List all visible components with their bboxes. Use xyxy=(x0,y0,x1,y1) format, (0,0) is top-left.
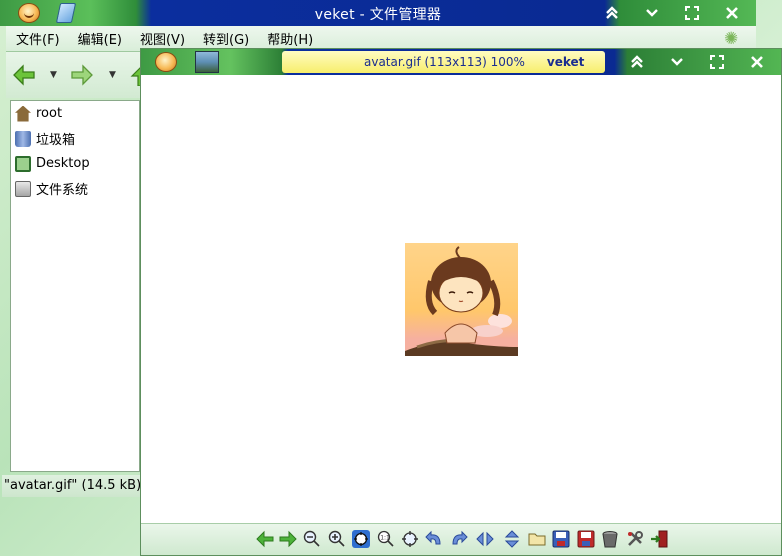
maximize-icon xyxy=(685,6,699,20)
menu-help[interactable]: 帮助(H) xyxy=(267,29,313,48)
chevron-down-icon xyxy=(646,9,658,17)
image-info: avatar.gif (113x113) 100% xyxy=(364,55,525,69)
open-folder-icon[interactable] xyxy=(528,530,546,548)
sidebar-item-label: root xyxy=(36,106,63,121)
close-icon xyxy=(726,7,738,19)
fullscreen-icon[interactable] xyxy=(401,530,419,548)
file-manager-window-buttons xyxy=(592,2,752,24)
back-history-dropdown[interactable]: ▼ xyxy=(50,70,57,80)
rotate-left-icon[interactable] xyxy=(425,530,443,548)
maximize-icon xyxy=(710,55,724,69)
busy-indicator-icon: ✺ xyxy=(724,29,739,49)
minimize-button[interactable] xyxy=(657,51,697,73)
filesystem-icon xyxy=(15,180,31,197)
close-button[interactable] xyxy=(737,51,777,73)
desktop-icon xyxy=(15,155,31,172)
next-icon[interactable] xyxy=(279,530,297,548)
save-as-icon[interactable] xyxy=(577,530,595,548)
sidebar-item-root[interactable]: root xyxy=(11,101,139,126)
settings-icon[interactable] xyxy=(626,530,644,548)
exit-icon[interactable] xyxy=(650,530,668,548)
avatar-image xyxy=(405,243,518,356)
sidebar-item-desktop[interactable]: Desktop xyxy=(11,151,139,176)
image-viewer-window: avatar.gif (113x113) 100% veket 1:1 xyxy=(140,48,782,556)
file-manager-titlebar[interactable]: veket - 文件管理器 xyxy=(0,0,756,26)
avatar-illustration xyxy=(405,246,518,356)
status-bar: "avatar.gif" (14.5 kB) xyxy=(2,475,142,497)
flip-vertical-icon[interactable] xyxy=(503,530,521,548)
veket-app-icon[interactable] xyxy=(155,52,177,72)
chevron-down-icon xyxy=(671,58,683,66)
back-arrow-icon[interactable] xyxy=(12,64,36,86)
maximize-button[interactable] xyxy=(672,2,712,24)
user-name: veket xyxy=(546,55,585,69)
shade-button[interactable] xyxy=(592,2,632,24)
sidebar-item-label: 垃圾箱 xyxy=(36,133,76,148)
flip-horizontal-icon[interactable] xyxy=(476,530,494,548)
sidebar-item-label: Desktop xyxy=(36,156,90,171)
image-viewer-titlebar[interactable]: avatar.gif (113x113) 100% veket xyxy=(141,49,781,75)
trash-icon xyxy=(15,130,31,147)
home-icon xyxy=(15,105,31,122)
menu-go[interactable]: 转到(G) xyxy=(203,29,249,48)
zoom-fit-button[interactable] xyxy=(352,530,370,548)
shade-button[interactable] xyxy=(617,51,657,73)
places-sidebar: root 垃圾箱 Desktop 文件系统 xyxy=(10,100,140,472)
image-viewer-window-buttons xyxy=(617,51,777,73)
sidebar-item-filesystem[interactable]: 文件系统 xyxy=(11,176,139,201)
close-button[interactable] xyxy=(712,2,752,24)
save-icon[interactable] xyxy=(552,530,570,548)
image-thumbnail-icon[interactable] xyxy=(195,51,219,73)
delete-icon[interactable] xyxy=(601,530,619,548)
image-canvas[interactable] xyxy=(141,75,781,523)
previous-icon[interactable] xyxy=(256,530,274,548)
menu-edit[interactable]: 编辑(E) xyxy=(78,29,122,48)
zoom-100-icon[interactable]: 1:1 xyxy=(377,530,395,548)
sidebar-item-label: 文件系统 xyxy=(36,183,89,198)
maximize-button[interactable] xyxy=(697,51,737,73)
forward-history-dropdown[interactable]: ▼ xyxy=(109,70,116,80)
image-caption: avatar.gif (113x113) 100% veket xyxy=(282,51,605,73)
zoom-fit-icon xyxy=(354,532,368,546)
double-chevron-up-icon xyxy=(606,6,618,19)
zoom-out-icon[interactable] xyxy=(303,530,321,548)
image-viewer-toolbar: 1:1 xyxy=(141,523,781,555)
double-chevron-up-icon xyxy=(631,55,643,68)
sidebar-item-trash[interactable]: 垃圾箱 xyxy=(11,126,139,151)
close-icon xyxy=(751,56,763,68)
menu-file[interactable]: 文件(F) xyxy=(16,29,60,48)
menu-view[interactable]: 视图(V) xyxy=(140,29,185,48)
rotate-right-icon[interactable] xyxy=(450,530,468,548)
minimize-button[interactable] xyxy=(632,2,672,24)
forward-arrow-icon[interactable] xyxy=(70,64,94,86)
zoom-in-icon[interactable] xyxy=(328,530,346,548)
